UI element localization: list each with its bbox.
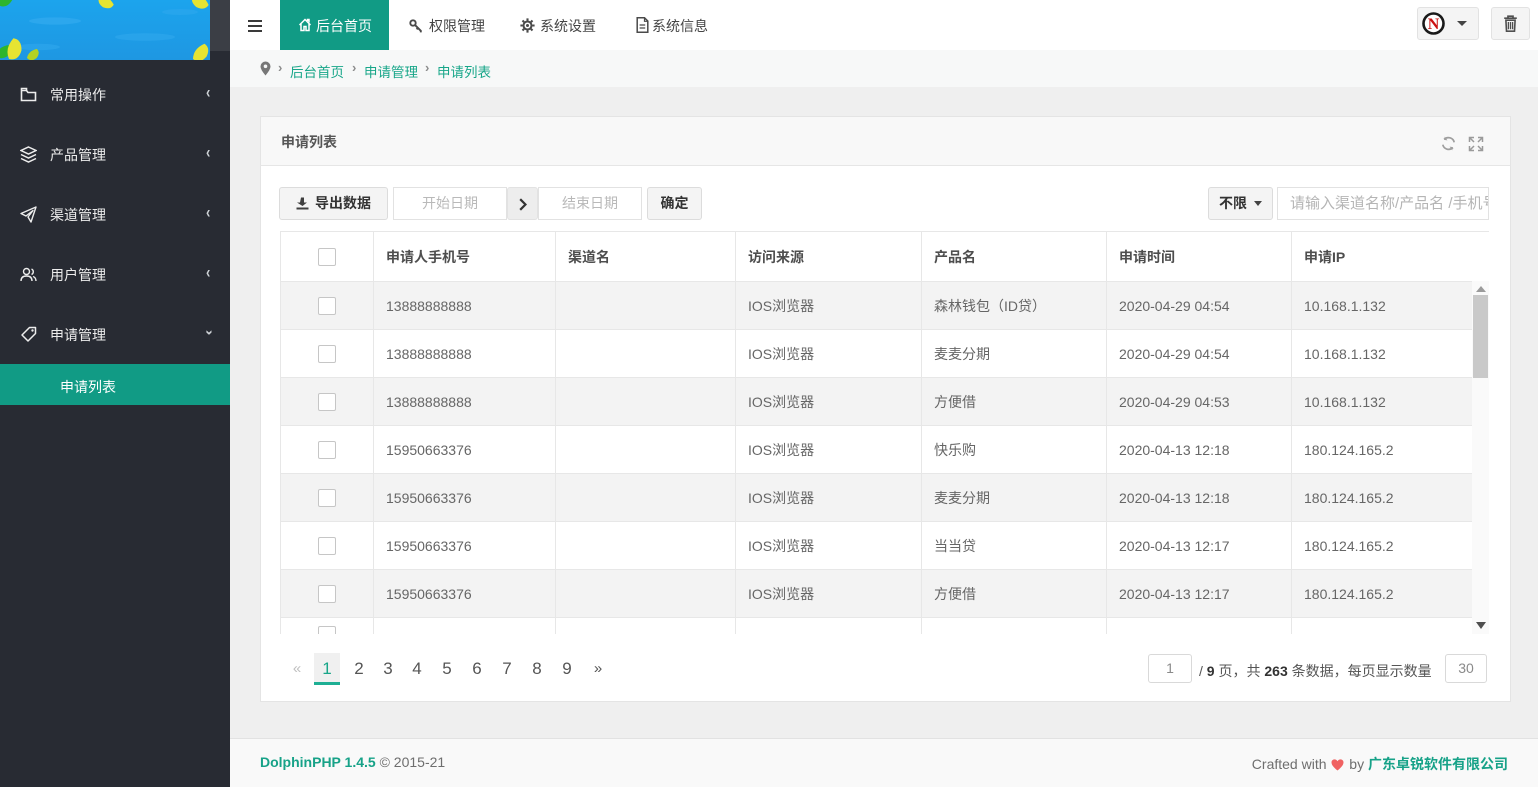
svg-text:N: N: [1428, 16, 1440, 33]
